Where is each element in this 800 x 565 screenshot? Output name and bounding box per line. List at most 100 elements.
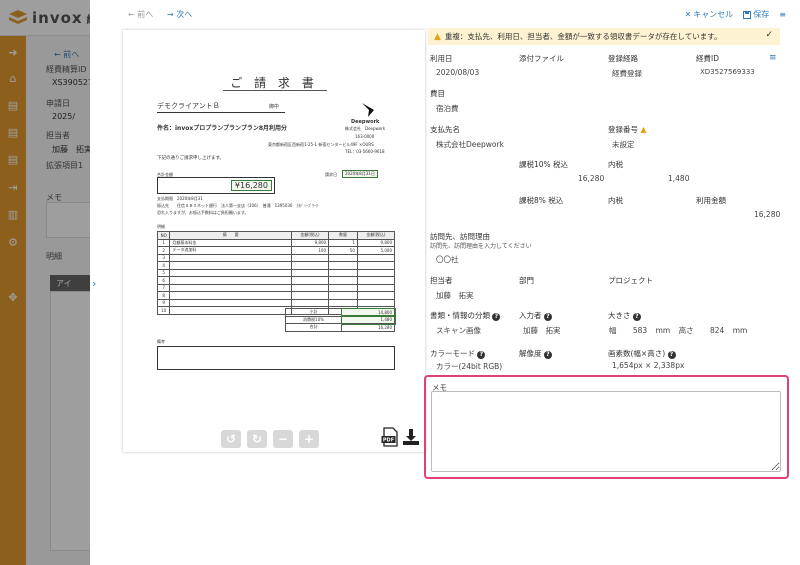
zoom-in-button[interactable]: + bbox=[299, 430, 319, 448]
reg-route-label: 登録経路 bbox=[608, 54, 638, 63]
size-height-label: 高さ bbox=[678, 326, 694, 335]
rotate-left-button[interactable]: ↺ bbox=[221, 430, 241, 448]
table-row: 7 bbox=[156, 283, 396, 292]
item-qty-cell bbox=[328, 253, 358, 262]
item-price-cell bbox=[290, 276, 330, 285]
zoom-out-button[interactable]: − bbox=[273, 430, 293, 448]
total-amount-value[interactable]: 16,280 bbox=[754, 210, 780, 219]
item-amount-cell: 5,000 bbox=[356, 246, 396, 255]
subtotal-row: 小計 14,800 bbox=[285, 307, 396, 317]
size-height: 824 bbox=[710, 326, 725, 335]
category-value[interactable]: 宿泊費 bbox=[436, 103, 459, 114]
pixels-label: 画素数(幅×高さ) ? bbox=[608, 348, 676, 359]
company-name: 株式会社 Deepwork bbox=[345, 126, 386, 131]
payee-value[interactable]: 株式会社Deepwork bbox=[436, 139, 504, 150]
size-width-label: 幅 bbox=[609, 326, 617, 335]
totals-table: 小計 14,800 消費税10% 1,480 合計 16,280 bbox=[285, 307, 396, 332]
help-icon[interactable]: ? bbox=[667, 351, 676, 359]
help-icon[interactable]: ? bbox=[477, 351, 486, 359]
item-desc-cell: データ追加料 bbox=[169, 246, 292, 255]
document-preview[interactable]: ご 請 求 書 デモクライアントＢ 御中 件名：invoxプロプランプランプラン… bbox=[123, 30, 425, 452]
reg-no-value[interactable]: 未設定 bbox=[612, 139, 635, 150]
item-no-cell: 1 bbox=[156, 238, 171, 247]
help-icon[interactable]: ? bbox=[492, 313, 501, 321]
item-qty-cell: 50 bbox=[328, 246, 358, 255]
table-row: 9 bbox=[156, 298, 396, 307]
item-amount-cell bbox=[356, 283, 396, 292]
invoice-date: 2020年8月31日 bbox=[342, 170, 378, 178]
col-header: 数量 bbox=[328, 231, 358, 240]
size-label: 大きさ ? bbox=[608, 310, 641, 321]
field-menu-icon[interactable]: ≡ bbox=[769, 53, 777, 63]
next-button[interactable]: → 次へ bbox=[167, 9, 192, 20]
inputter-value[interactable]: 加藤 拓実 bbox=[523, 325, 561, 336]
col-header: NO bbox=[156, 231, 171, 240]
warning-icon: ▲ bbox=[640, 125, 647, 134]
pdf-icon[interactable]: PDF bbox=[381, 427, 399, 447]
items-table-label: 明細 bbox=[157, 224, 165, 229]
prev-button[interactable]: ← 前へ bbox=[128, 9, 153, 20]
plus-icon: + bbox=[303, 432, 315, 446]
table-row: 5 bbox=[156, 268, 396, 277]
company-logo-text: Deepwork bbox=[351, 119, 380, 125]
expense-id-value: XD3527569333 bbox=[700, 68, 755, 76]
amount-box: ¥16,280 bbox=[157, 177, 275, 194]
tax10-value[interactable]: 16,280 bbox=[578, 174, 604, 183]
item-no-cell: 2 bbox=[156, 246, 171, 255]
item-qty-cell bbox=[328, 291, 358, 300]
table-row: 1 月額基本料金 9,800 1 9,800 bbox=[156, 238, 396, 247]
help-icon[interactable]: ? bbox=[543, 351, 552, 359]
rotate-right-button[interactable]: ↻ bbox=[247, 430, 267, 448]
item-qty-cell bbox=[328, 261, 358, 270]
size-unit: mm bbox=[732, 326, 748, 335]
total-label: 合計 bbox=[285, 323, 342, 332]
document-toolbar: ↺ ↻ − + bbox=[221, 430, 319, 448]
doc-class-value[interactable]: スキャン画像 bbox=[436, 325, 481, 336]
item-amount-cell bbox=[356, 291, 396, 300]
company-tel: TEL：03-5660-9618 bbox=[345, 149, 385, 154]
invoice-subject: 件名：invoxプロプランプランプラン8月利用分 bbox=[157, 125, 288, 132]
rotate-left-icon: ↺ bbox=[225, 432, 237, 446]
tax10-label: 課税10% 税込 bbox=[519, 160, 569, 169]
cancel-button[interactable]: ✕ キャンセル bbox=[685, 9, 734, 20]
title-underline bbox=[223, 90, 327, 91]
table-row: 3 bbox=[156, 253, 396, 262]
help-icon[interactable]: ? bbox=[632, 313, 641, 321]
dismiss-check-icon[interactable]: ✓ bbox=[765, 30, 773, 40]
item-desc-cell bbox=[169, 291, 292, 300]
visit-hint: 訪問先、訪問理由を入力してください bbox=[430, 243, 532, 250]
usage-date-value[interactable]: 2020/08/03 bbox=[436, 68, 479, 77]
staff-value[interactable]: 加藤 拓実 bbox=[436, 290, 474, 301]
col-header: 金額(税込) bbox=[290, 231, 330, 240]
chevron-right-icon[interactable]: › bbox=[92, 277, 96, 290]
memo-textarea[interactable] bbox=[431, 391, 781, 472]
tax10-inner-value[interactable]: 1,480 bbox=[668, 174, 689, 183]
item-desc-cell bbox=[169, 283, 292, 292]
rotate-right-icon: ↻ bbox=[251, 432, 263, 446]
invoice-meta-line: 振込先 住信ＳＢＩネット銀行 法人第一支店（106） 普通 1395030 ｶ)… bbox=[157, 203, 319, 208]
item-desc-cell bbox=[169, 253, 292, 262]
visit-value[interactable]: 〇〇社 bbox=[436, 254, 459, 265]
inputter-label-text: 入力者 bbox=[519, 311, 542, 320]
client-name: デモクライアントＢ bbox=[157, 102, 220, 110]
invoice-client: デモクライアントＢ 御中 bbox=[157, 101, 285, 113]
usage-date-label: 利用日 bbox=[430, 54, 453, 63]
tax8-inner-label: 内税 bbox=[608, 196, 623, 205]
duplicate-warning: ▲ 重複：支払先、利用日、担当者、金額が一致する領収書データが存在しています。 … bbox=[428, 28, 780, 45]
item-no-cell: 7 bbox=[156, 283, 171, 292]
menu-button[interactable]: ≡ bbox=[779, 10, 786, 19]
item-no-cell: 6 bbox=[156, 276, 171, 285]
item-amount-cell bbox=[356, 268, 396, 277]
item-desc-cell: 月額基本料金 bbox=[169, 238, 292, 247]
invoice-date-label: 請求日 bbox=[325, 172, 337, 177]
save-button[interactable]: 保存 bbox=[743, 9, 769, 20]
close-icon: ✕ bbox=[684, 10, 692, 19]
col-header: 摘 要 bbox=[169, 231, 292, 240]
download-icon[interactable] bbox=[402, 428, 420, 446]
table-row: 8 bbox=[156, 291, 396, 300]
tax-value: 1,480 bbox=[340, 315, 396, 325]
resolution-label-text: 解像度 bbox=[519, 349, 542, 358]
staff-label: 担当者 bbox=[430, 276, 453, 285]
help-icon[interactable]: ? bbox=[543, 313, 552, 321]
invoice-title: ご 請 求 書 bbox=[230, 76, 318, 90]
